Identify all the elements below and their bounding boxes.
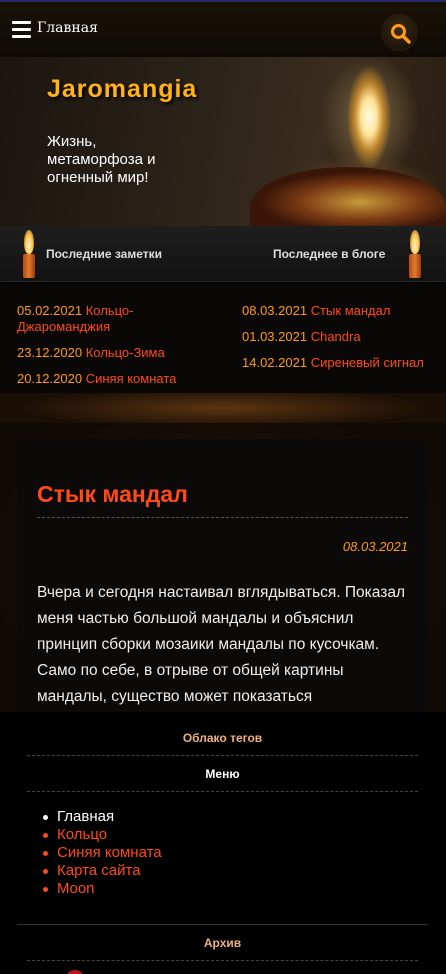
menu-item-sitemap[interactable]: Карта сайта xyxy=(43,862,162,880)
nav-home-link[interactable]: Главная xyxy=(37,20,98,36)
decorative-dot-icon xyxy=(68,970,82,974)
list-item: 05.02.2021 Кольцо-Джароманджия xyxy=(17,303,207,335)
hero-banner: Jaromangia Жизнь, метаморфоза и огненный… xyxy=(0,57,446,226)
divider xyxy=(27,755,418,756)
blog-date: 01.03.2021 xyxy=(242,329,308,344)
divider xyxy=(27,960,418,961)
divider xyxy=(27,791,418,792)
tags-heading[interactable]: Облако тегов xyxy=(27,731,418,745)
note-date: 23.12.2020 xyxy=(17,345,83,360)
menu-icon[interactable] xyxy=(12,21,31,38)
menu-item-blue-room[interactable]: Синяя комната xyxy=(43,844,162,862)
site-tagline: Жизнь, метаморфоза и огненный мир! xyxy=(47,133,156,186)
blog-link[interactable]: Стык мандал xyxy=(311,303,391,318)
menu-item-moon[interactable]: Moon xyxy=(43,880,162,898)
divider xyxy=(37,517,408,518)
list-item: 14.02.2021 Сиреневый сигнал xyxy=(242,355,432,371)
search-button[interactable] xyxy=(381,14,418,51)
note-date: 20.12.2020 xyxy=(17,371,83,386)
candle-left-icon xyxy=(18,230,40,278)
archive-heading[interactable]: Архив xyxy=(27,936,418,950)
note-date: 05.02.2021 xyxy=(17,303,83,318)
sidebar-menu: Главная Кольцо Синяя комната Карта сайта… xyxy=(43,808,162,898)
top-nav: Главная xyxy=(0,0,446,57)
latest-lists: 05.02.2021 Кольцо-Джароманджия 23.12.202… xyxy=(0,283,446,393)
menu-heading: Меню xyxy=(205,767,240,781)
site-title[interactable]: Jaromangia xyxy=(47,75,197,104)
glow-divider xyxy=(0,393,446,423)
list-item: 08.03.2021 Стык мандал xyxy=(242,303,432,319)
list-item: 20.12.2020 Синяя комната xyxy=(17,371,207,387)
post-body: Вчера и сегодня настаивал вглядываться. … xyxy=(37,584,406,705)
latest-bar: Последние заметки Последнее в блоге xyxy=(0,226,446,282)
blog-date: 08.03.2021 xyxy=(242,303,308,318)
sidebar: Облако тегов Меню Главная Кольцо Синяя к… xyxy=(0,712,446,974)
note-link[interactable]: Кольцо-Зима xyxy=(86,345,165,360)
latest-blog-list: 08.03.2021 Стык мандал 01.03.2021 Chandr… xyxy=(242,303,432,381)
note-link[interactable]: Синяя комната xyxy=(86,371,177,386)
blog-link[interactable]: Chandra xyxy=(311,329,361,344)
divider xyxy=(17,924,428,925)
post-card: Стык мандал 08.03.2021 Вчера и сегодня н… xyxy=(17,439,428,714)
latest-notes-heading: Последние заметки xyxy=(46,247,162,261)
menu-item-home[interactable]: Главная xyxy=(43,808,162,826)
flame-image xyxy=(344,57,394,167)
list-item: 23.12.2020 Кольцо-Зима xyxy=(17,345,207,361)
latest-notes-list: 05.02.2021 Кольцо-Джароманджия 23.12.202… xyxy=(17,303,207,397)
menu-item-ring[interactable]: Кольцо xyxy=(43,826,162,844)
blog-link[interactable]: Сиреневый сигнал xyxy=(311,355,424,370)
blog-date: 14.02.2021 xyxy=(242,355,308,370)
search-icon xyxy=(391,24,411,44)
post-date: 08.03.2021 xyxy=(342,539,408,554)
candle-right-icon xyxy=(404,230,426,278)
latest-blog-heading: Последнее в блоге xyxy=(273,247,386,261)
diya-lamp-image xyxy=(250,167,446,226)
post-title[interactable]: Стык мандал xyxy=(37,481,188,508)
list-item: 01.03.2021 Chandra xyxy=(242,329,432,345)
